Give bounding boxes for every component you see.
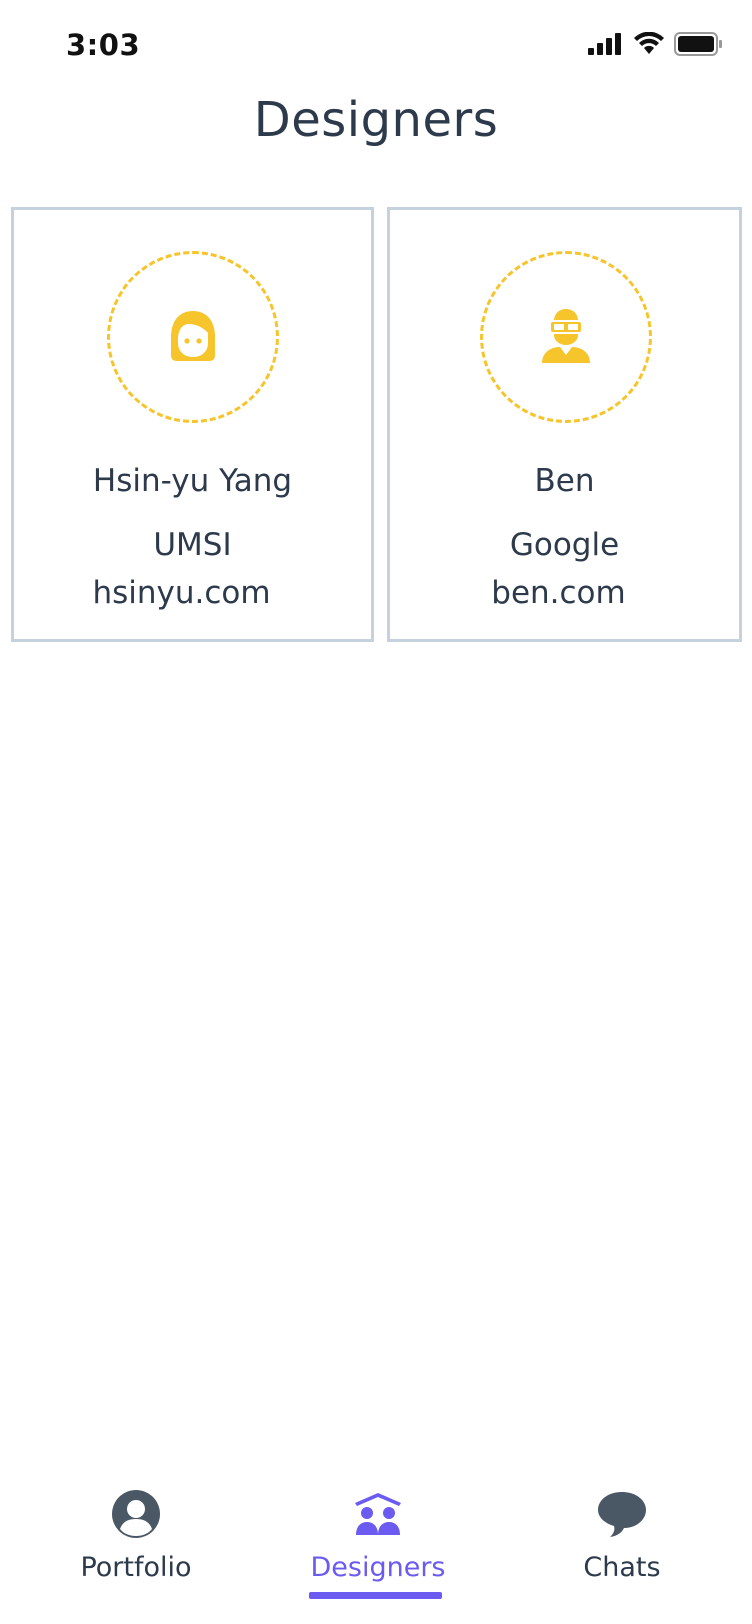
wifi-icon (634, 31, 664, 60)
designer-org: UMSI (153, 527, 232, 563)
woman-face-icon (165, 307, 221, 367)
designer-org: Google (509, 527, 620, 563)
person-with-goggles-icon (540, 307, 592, 367)
designer-name: Hsin-yu Yang (92, 463, 293, 499)
designers-screen: 3:03 Designers Hsin-yu Yang UMSI hsinyu.… (0, 0, 752, 1624)
active-tab-indicator (309, 1592, 442, 1599)
cellular-signal-icon (588, 33, 624, 59)
designer-site-link[interactable]: ben.com (390, 575, 739, 611)
bottom-tab-bar: Portfolio Designers Chats (0, 1470, 752, 1624)
designer-card[interactable]: Hsin-yu Yang UMSI hsinyu.com (11, 207, 374, 642)
designer-card[interactable]: Ben Google ben.com (387, 207, 742, 642)
page-title: Designers (253, 92, 499, 148)
status-icons (588, 31, 722, 60)
designer-site-link[interactable]: hsinyu.com (14, 575, 371, 611)
tab-label: Portfolio (80, 1552, 192, 1583)
tab-designers[interactable]: Designers (298, 1470, 458, 1610)
battery-icon (674, 32, 722, 60)
status-bar: 3:03 (0, 0, 752, 94)
tab-chats[interactable]: Chats (542, 1470, 702, 1610)
avatar (107, 251, 279, 423)
tab-label: Chats (583, 1552, 661, 1583)
tab-label: Designers (310, 1552, 446, 1583)
avatar (480, 251, 652, 423)
designer-name: Ben (534, 463, 595, 499)
tab-portfolio[interactable]: Portfolio (56, 1470, 216, 1610)
chat-bubble-icon (594, 1486, 650, 1542)
people-house-icon (350, 1486, 406, 1542)
user-circle-icon (108, 1486, 164, 1542)
status-time: 3:03 (66, 28, 141, 62)
